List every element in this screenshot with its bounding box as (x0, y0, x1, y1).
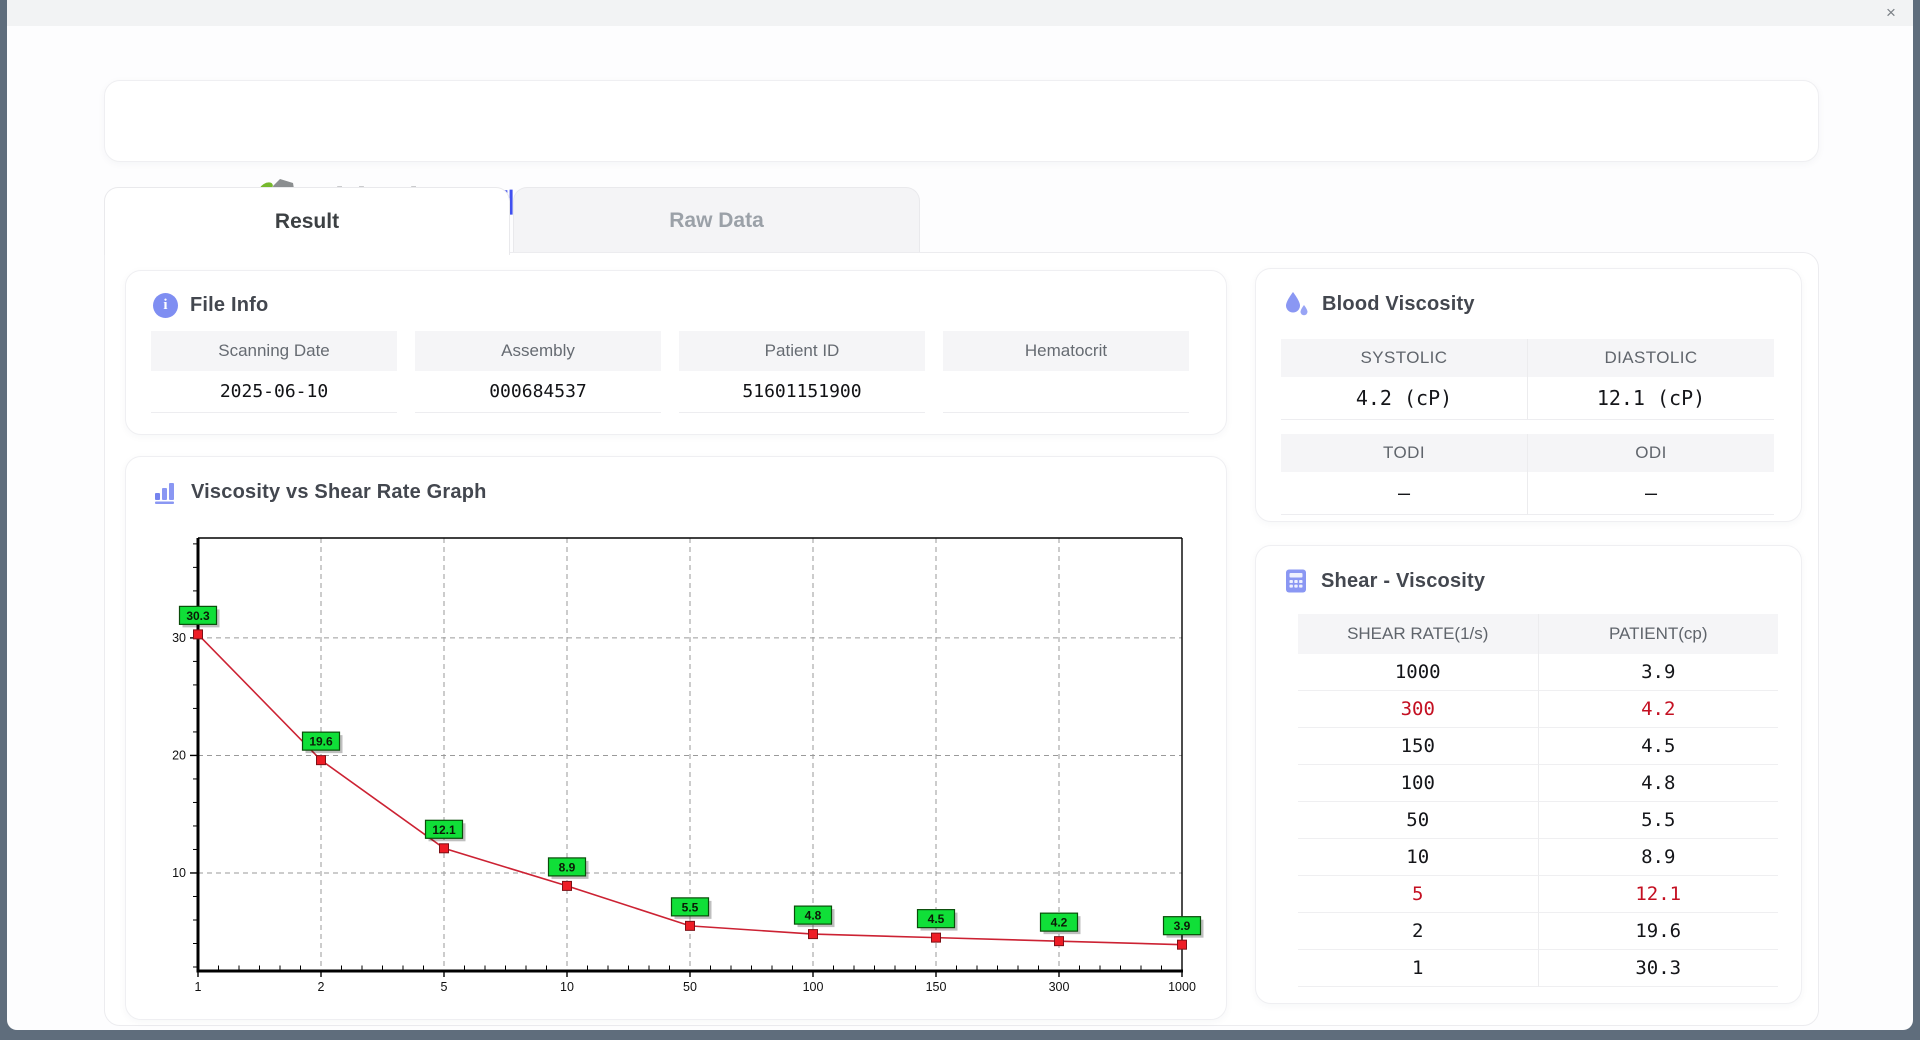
bv-header-row: SYSTOLIC DIASTOLIC (1281, 339, 1774, 377)
svg-text:3.9: 3.9 (1174, 919, 1191, 933)
water-drops-icon (1286, 292, 1308, 316)
svg-text:50: 50 (683, 980, 697, 994)
blood-viscosity-title: Blood Viscosity (1322, 293, 1475, 315)
table-row: 50 5.5 (1298, 802, 1778, 839)
svg-text:1: 1 (195, 980, 202, 994)
file-info-field: Assembly 000684537 (415, 331, 661, 413)
field-label: Scanning Date (151, 331, 397, 371)
svg-text:150: 150 (926, 980, 947, 994)
tab-result[interactable]: Result (104, 187, 510, 255)
patient-cp-cell: 19.6 (1538, 913, 1778, 950)
graph-title: Viscosity vs Shear Rate Graph (191, 480, 487, 503)
tab-result-label: Result (274, 209, 340, 233)
shear-rate-cell: 10 (1298, 839, 1539, 876)
bar-chart-icon (155, 483, 174, 504)
bv-value-row: – – (1281, 472, 1774, 515)
bv-header-row: TODI ODI (1281, 434, 1774, 472)
svg-text:8.9: 8.9 (559, 860, 576, 874)
field-value: 51601151900 (679, 371, 925, 413)
shear-viscosity-title: Shear - Viscosity (1321, 569, 1486, 592)
table-row: 10 8.9 (1298, 839, 1778, 876)
shear-rate-cell: 100 (1298, 765, 1539, 802)
table-row: 2 19.6 (1298, 913, 1778, 950)
file-info-card: i File Info Scanning Date 2025-06-10 Assem… (125, 270, 1227, 435)
file-info-fields: Scanning Date 2025-06-10 Assembly 000684537… (151, 331, 1191, 413)
file-info-field: Scanning Date 2025-06-10 (151, 331, 397, 413)
table-row: 1 30.3 (1298, 950, 1778, 987)
field-value: 000684537 (415, 371, 661, 413)
table-row: 5 12.1 (1298, 876, 1778, 913)
sv-column-header: PATIENT(cp) (1538, 614, 1778, 654)
header-card: Ubiosis 스캐닝 모세관 점도계 (104, 80, 1819, 227)
window-titlebar: × (7, 0, 1913, 27)
bv-header-cell: SYSTOLIC (1281, 339, 1528, 377)
viscosity-chart: 10 20 30 1 2 5 10 50 100 150 300 1000 30.3 19.6 12.1 8.… (172, 537, 1204, 994)
table-row: 300 4.2 (1298, 691, 1778, 728)
graph-card: Viscosity vs Shear Rate Graph 10 20 30 1 2 5 1… (125, 456, 1227, 1020)
shear-rate-cell: 5 (1298, 876, 1539, 913)
svg-text:19.6: 19.6 (309, 735, 333, 749)
shear-rate-cell: 150 (1298, 728, 1539, 765)
svg-text:12.1: 12.1 (432, 823, 456, 837)
shear-viscosity-card: Shear - Viscosity SHEAR RATE(1/s) PATIENT… (1255, 545, 1802, 1004)
svg-text:4.5: 4.5 (928, 912, 945, 926)
file-info-field: Hematocrit (943, 331, 1189, 413)
bv-header-cell: TODI (1281, 434, 1528, 472)
shear-rate-cell: 50 (1298, 802, 1539, 839)
table-row: 100 4.8 (1298, 765, 1778, 802)
sv-column-header: SHEAR RATE(1/s) (1298, 614, 1539, 654)
svg-text:20: 20 (172, 748, 186, 762)
bv-value-cell: 12.1 (cP) (1528, 377, 1774, 420)
blood-viscosity-card: Blood Viscosity SYSTOLIC DIASTOLIC 4.2 (cP… (1255, 268, 1802, 522)
svg-text:30.3: 30.3 (186, 609, 210, 623)
bv-value-cell: 4.2 (cP) (1281, 377, 1528, 420)
patient-cp-cell: 3.9 (1538, 654, 1778, 691)
svg-text:300: 300 (1049, 980, 1070, 994)
bv-value-cell: – (1281, 472, 1528, 515)
field-value (943, 371, 1189, 413)
patient-cp-cell: 8.9 (1538, 839, 1778, 876)
info-icon: i (153, 293, 178, 318)
svg-text:1000: 1000 (1168, 980, 1196, 994)
field-label: Assembly (415, 331, 661, 371)
patient-cp-cell: 4.2 (1538, 691, 1778, 728)
file-info-field: Patient ID 51601151900 (679, 331, 925, 413)
svg-text:5: 5 (441, 980, 448, 994)
patient-cp-cell: 30.3 (1538, 950, 1778, 987)
shear-rate-cell: 1000 (1298, 654, 1539, 691)
bv-header-cell: DIASTOLIC (1528, 339, 1774, 377)
svg-text:4.2: 4.2 (1051, 916, 1068, 930)
sv-header-row: SHEAR RATE(1/s) PATIENT(cp) (1298, 614, 1778, 654)
shear-rate-cell: 2 (1298, 913, 1539, 950)
calculator-icon (1286, 569, 1306, 593)
app-window: × Ubiosis 스캐닝 모세관 점도계 Result Raw Data i … (0, 0, 1920, 1040)
field-label: Patient ID (679, 331, 925, 371)
bv-header-cell: ODI (1528, 434, 1774, 472)
field-value: 2025-06-10 (151, 371, 397, 413)
svg-text:10: 10 (560, 980, 574, 994)
svg-text:2: 2 (318, 980, 325, 994)
patient-cp-cell: 12.1 (1538, 876, 1778, 913)
table-row: 1000 3.9 (1298, 654, 1778, 691)
close-icon[interactable]: × (1879, 2, 1903, 24)
table-row: 150 4.5 (1298, 728, 1778, 765)
patient-cp-cell: 4.8 (1538, 765, 1778, 802)
svg-text:30: 30 (172, 631, 186, 645)
blood-viscosity-table: SYSTOLIC DIASTOLIC 4.2 (cP) 12.1 (cP) TODI OD… (1281, 339, 1774, 515)
patient-cp-cell: 5.5 (1538, 802, 1778, 839)
file-info-title: File Info (190, 294, 269, 316)
svg-text:5.5: 5.5 (682, 900, 699, 914)
shear-rate-cell: 1 (1298, 950, 1539, 987)
bv-value-cell: – (1528, 472, 1774, 515)
svg-text:10: 10 (172, 866, 186, 880)
tab-raw-data-label: Raw Data (669, 208, 764, 232)
shear-rate-cell: 300 (1298, 691, 1539, 728)
tab-raw-data[interactable]: Raw Data (513, 187, 920, 253)
shear-viscosity-table: SHEAR RATE(1/s) PATIENT(cp) 1000 3.9 300 4.2 1… (1298, 614, 1778, 987)
bv-value-row: 4.2 (cP) 12.1 (cP) (1281, 377, 1774, 420)
patient-cp-cell: 4.5 (1538, 728, 1778, 765)
field-label: Hematocrit (943, 331, 1189, 371)
svg-text:100: 100 (803, 980, 824, 994)
svg-text:4.8: 4.8 (805, 909, 822, 923)
